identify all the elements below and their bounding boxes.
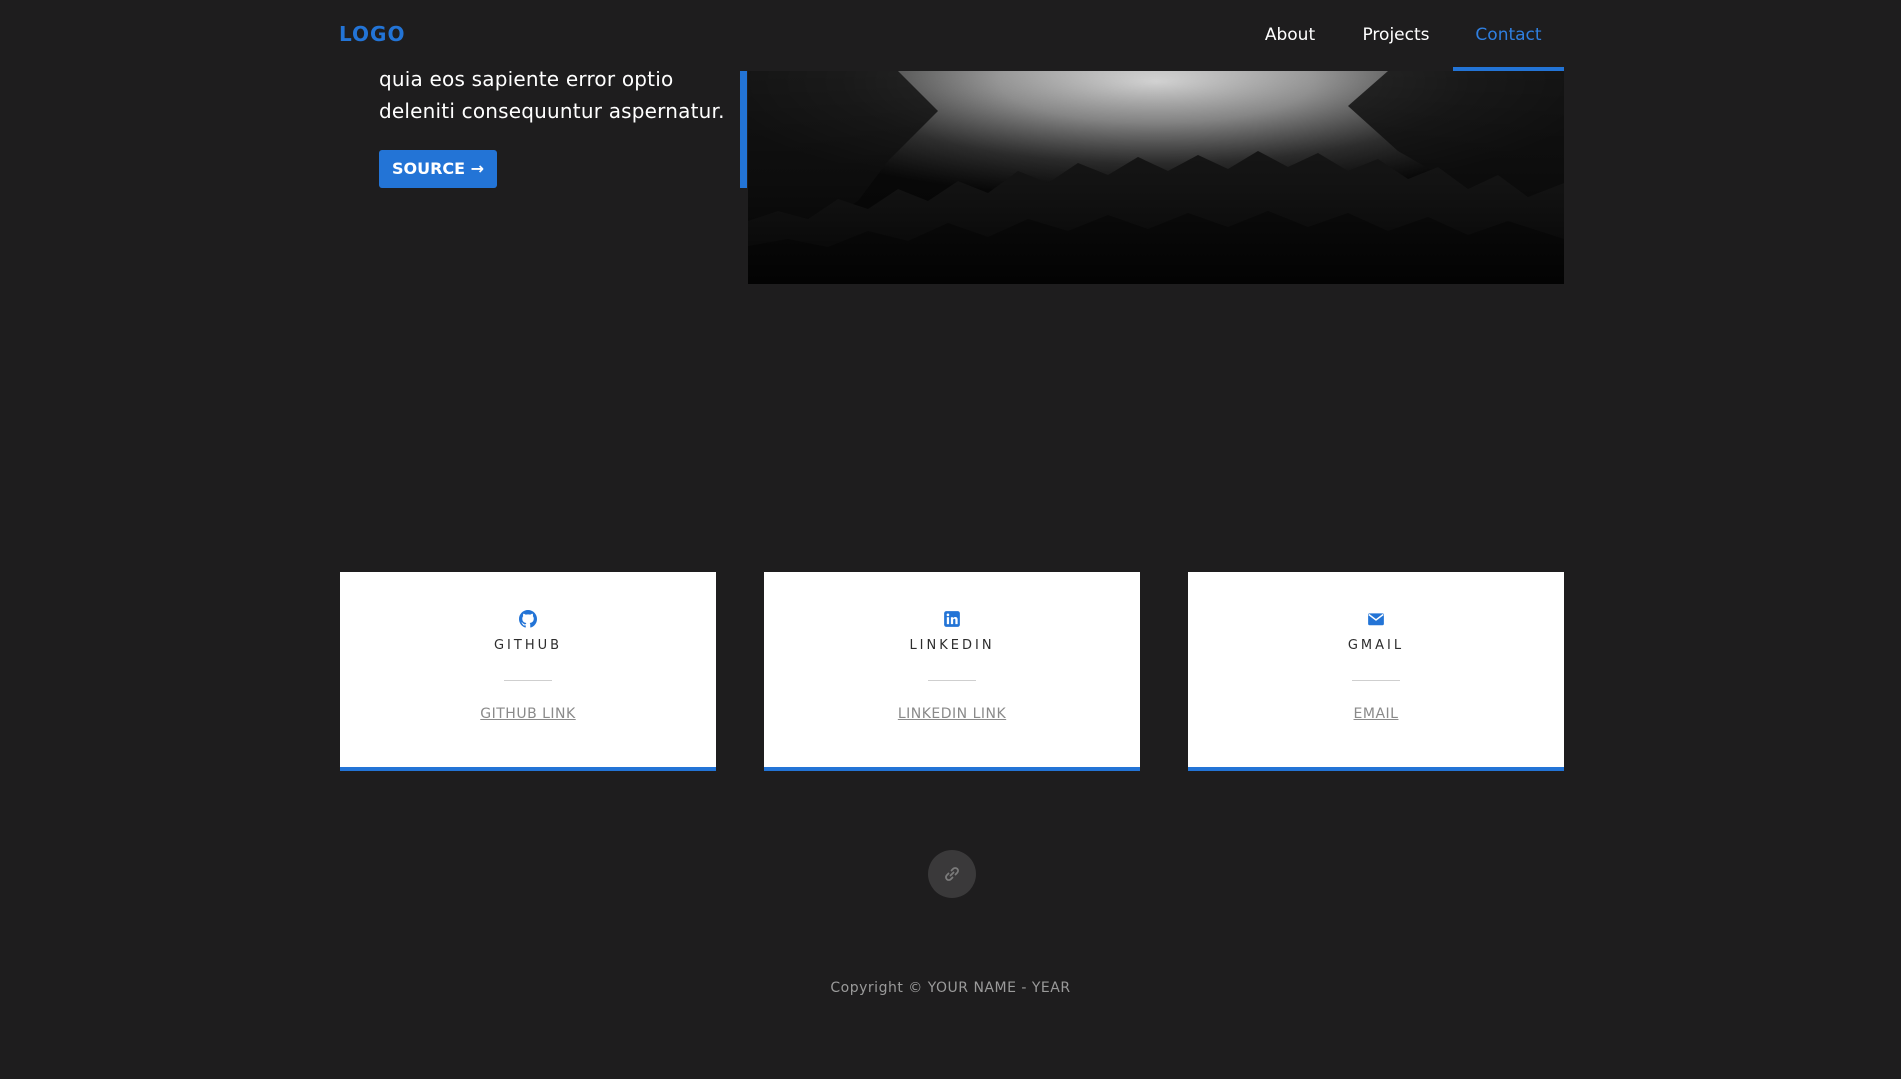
accent-bar	[740, 71, 747, 188]
nav-about[interactable]: About	[1250, 0, 1330, 71]
source-button[interactable]: SOURCE →	[379, 150, 497, 188]
linkedin-link[interactable]: LINKEDIN LINK	[764, 706, 1140, 722]
github-icon	[519, 610, 537, 628]
project-description-line: deleniti consequuntur aspernatur.	[379, 99, 725, 123]
nav-projects[interactable]: Projects	[1354, 0, 1438, 71]
footer-copyright: Copyright © YOUR NAME - YEAR	[830, 980, 1071, 996]
card-divider	[1352, 680, 1400, 681]
github-card: GITHUB GITHUB LINK	[340, 572, 716, 771]
card-title: GMAIL	[1347, 638, 1405, 653]
card-title: LINKEDIN	[909, 638, 995, 653]
email-link[interactable]: EMAIL	[1188, 706, 1564, 722]
link-button[interactable]	[928, 850, 976, 898]
logo[interactable]: LOGO	[339, 22, 405, 46]
gmail-card: GMAIL EMAIL	[1188, 572, 1564, 771]
link-icon	[945, 867, 959, 881]
nav-contact[interactable]: Contact	[1453, 0, 1564, 71]
linkedin-icon	[944, 611, 960, 627]
linkedin-card: LINKEDIN LINKEDIN LINK	[764, 572, 1140, 771]
github-link[interactable]: GITHUB LINK	[340, 706, 716, 722]
project-description: quia eos sapiente error optio deleniti c…	[379, 63, 739, 127]
card-divider	[928, 680, 976, 681]
card-title: GITHUB	[493, 638, 563, 653]
misty-forest-image	[748, 71, 1564, 284]
envelope-icon	[1368, 613, 1384, 626]
page: LOGO About Projects Contact quia eos sap…	[0, 0, 1901, 1079]
card-divider	[504, 680, 552, 681]
site-header: LOGO About Projects Contact	[0, 0, 1901, 71]
